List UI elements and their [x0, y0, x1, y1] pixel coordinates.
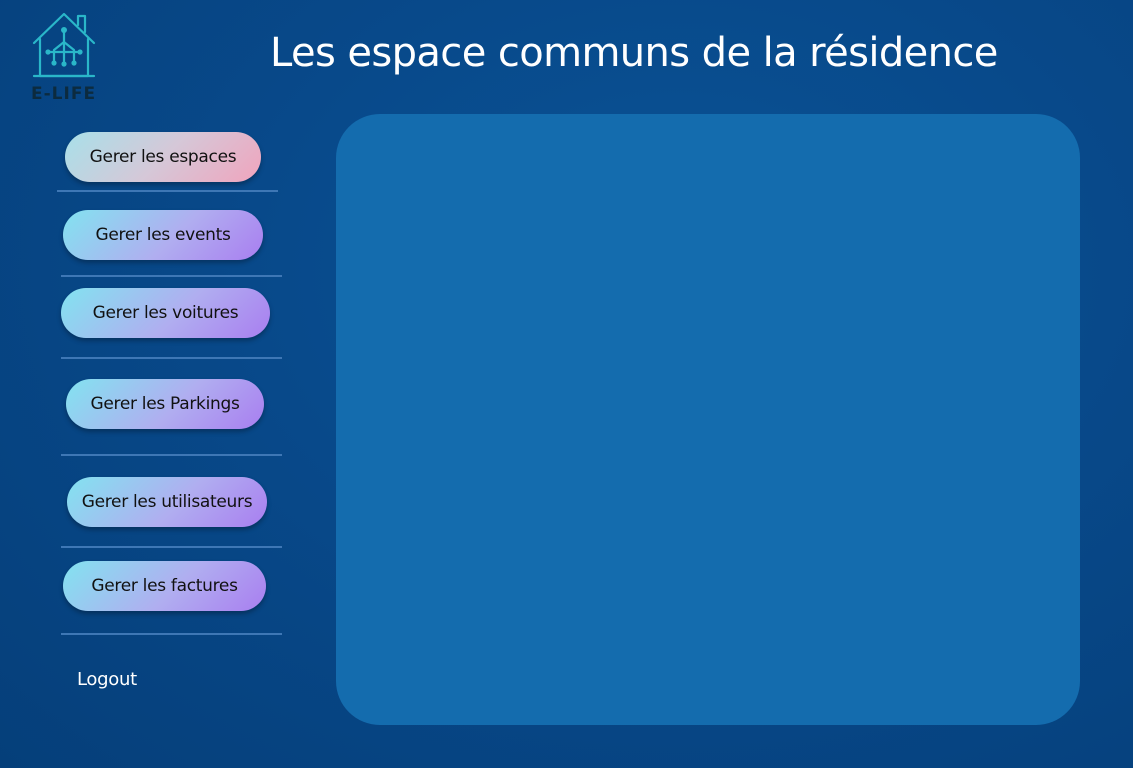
sidebar-item-events[interactable]: Gerer les events — [63, 210, 263, 260]
sidebar-item-parkings[interactable]: Gerer les Parkings — [66, 379, 264, 429]
sidebar-divider — [57, 190, 278, 192]
sidebar-item-factures[interactable]: Gerer les factures — [63, 561, 266, 611]
content-panel — [336, 114, 1080, 725]
sidebar-item-voitures[interactable]: Gerer les voitures — [61, 288, 270, 338]
sidebar-divider — [61, 546, 282, 548]
page-title: Les espace communs de la résidence — [270, 30, 998, 76]
logout-link[interactable]: Logout — [77, 667, 137, 693]
sidebar-divider — [61, 357, 282, 359]
logo-text: E-LIFE — [31, 84, 97, 104]
sidebar-item-utilisateurs[interactable]: Gerer les utilisateurs — [67, 477, 267, 527]
sidebar-item-espaces[interactable]: Gerer les espaces — [65, 132, 261, 182]
app-logo: E-LIFE — [28, 10, 100, 104]
sidebar-divider — [61, 633, 282, 635]
sidebar-divider — [61, 275, 282, 277]
smart-house-icon — [32, 12, 96, 78]
sidebar-divider — [61, 454, 282, 456]
